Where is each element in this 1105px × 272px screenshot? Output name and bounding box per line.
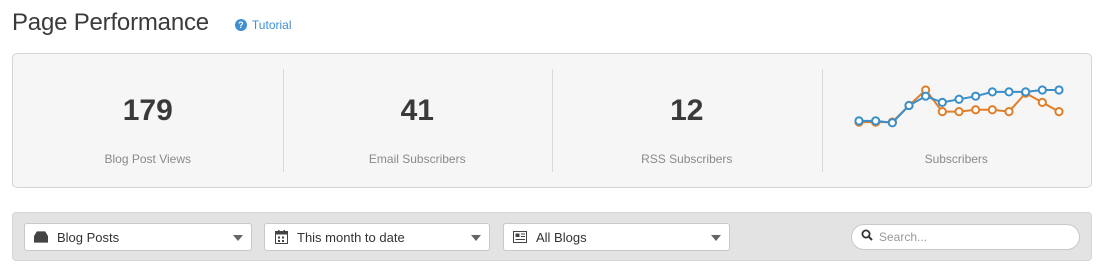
sparkline-point (1053, 85, 1064, 95)
sparkline-point (937, 107, 947, 117)
sparkline-point (870, 116, 880, 126)
sparkline-point (1053, 107, 1064, 117)
stats-panel: 179 Blog Post Views 41 Email Subscribers… (12, 53, 1092, 188)
newspaper-icon (513, 230, 527, 244)
sparkline-point (920, 91, 930, 101)
inbox-tray-icon (34, 230, 48, 244)
sparkline-point (1003, 87, 1014, 97)
content-type-select[interactable]: Blog Posts (24, 223, 252, 251)
stat-rss-subscribers: 12 RSS Subscribers (552, 54, 822, 187)
content-type-value: Blog Posts (57, 229, 120, 245)
tutorial-link[interactable]: ? Tutorial (234, 18, 292, 32)
date-range-value: This month to date (297, 229, 405, 245)
stat-blog-post-views: 179 Blog Post Views (13, 54, 283, 187)
stat-value: 41 (400, 94, 434, 127)
sparkline-point (987, 105, 997, 115)
sparkline-point (970, 105, 980, 115)
sparkline-point (953, 107, 964, 117)
sparkline-point (853, 116, 864, 126)
subscribers-sparkline (853, 85, 1064, 128)
sparkline-point (970, 91, 980, 101)
filter-toolbar: Blog Posts This month to date All Blogs (12, 212, 1092, 261)
stat-subscribers-chart: Subscribers (821, 54, 1092, 187)
sparkline-point (903, 100, 914, 111)
stat-label: RSS Subscribers (641, 152, 733, 166)
stat-value: 12 (670, 94, 704, 127)
sparkline-point (1003, 107, 1014, 117)
blog-filter-value: All Blogs (536, 229, 587, 245)
stat-label: Email Subscribers (368, 152, 466, 166)
sparkline-point (937, 97, 947, 107)
stat-email-subscribers: 41 Email Subscribers (282, 54, 553, 187)
sparkline-point (1037, 85, 1047, 95)
question-circle-icon: ? (234, 19, 247, 31)
page-header: Page Performance ? Tutorial (12, 8, 292, 38)
blog-filter-select[interactable]: All Blogs (503, 223, 730, 251)
date-range-select[interactable]: This month to date (264, 223, 490, 251)
chevron-down-icon (471, 235, 481, 241)
search-box (851, 224, 1080, 250)
tutorial-label: Tutorial (251, 18, 292, 32)
stat-value: 179 (122, 94, 173, 127)
chevron-down-icon (233, 235, 243, 241)
search-input[interactable] (879, 230, 1069, 244)
search-icon (861, 228, 873, 246)
stat-label: Blog Post Views (104, 152, 192, 166)
sparkline-point (1037, 97, 1047, 107)
sparkline-point (987, 87, 997, 97)
chevron-down-icon (711, 235, 721, 241)
sparkline-point (887, 118, 897, 128)
sparkline-point (1020, 87, 1030, 97)
page-title: Page Performance (12, 9, 209, 36)
calendar-icon (274, 230, 288, 244)
sparkline-point (953, 94, 964, 104)
stat-label: Subscribers (924, 152, 988, 166)
